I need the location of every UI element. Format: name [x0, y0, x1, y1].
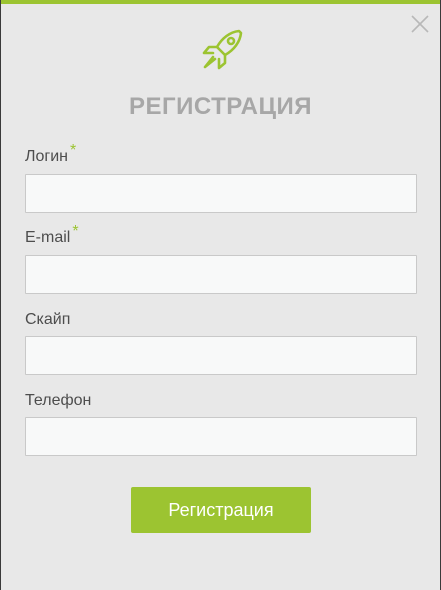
skype-label-text: Скайп — [25, 311, 71, 328]
login-input[interactable] — [25, 174, 417, 213]
login-label-text: Логин — [25, 148, 69, 165]
skype-label: Скайп — [25, 311, 70, 329]
rocket-icon — [198, 26, 246, 74]
registration-modal: РЕГИСТРАЦИЯ Логин * E-mail * Скайп Телефон… — [1, 0, 440, 590]
accent-top-bar — [1, 0, 440, 4]
phone-label: Телефон — [25, 392, 91, 410]
skype-input[interactable] — [25, 336, 417, 375]
required-mark: * — [72, 223, 79, 240]
login-label: Логин * — [25, 142, 76, 166]
phone-input[interactable] — [25, 417, 417, 456]
close-icon[interactable] — [408, 12, 432, 36]
register-button[interactable]: Регистрация — [131, 487, 311, 533]
required-mark: * — [70, 142, 77, 159]
email-input[interactable] — [25, 255, 417, 294]
phone-label-text: Телефон — [25, 392, 92, 409]
modal-title: РЕГИСТРАЦИЯ — [128, 93, 313, 120]
email-label: E-mail * — [25, 223, 79, 247]
email-label-text: E-mail — [25, 229, 71, 246]
